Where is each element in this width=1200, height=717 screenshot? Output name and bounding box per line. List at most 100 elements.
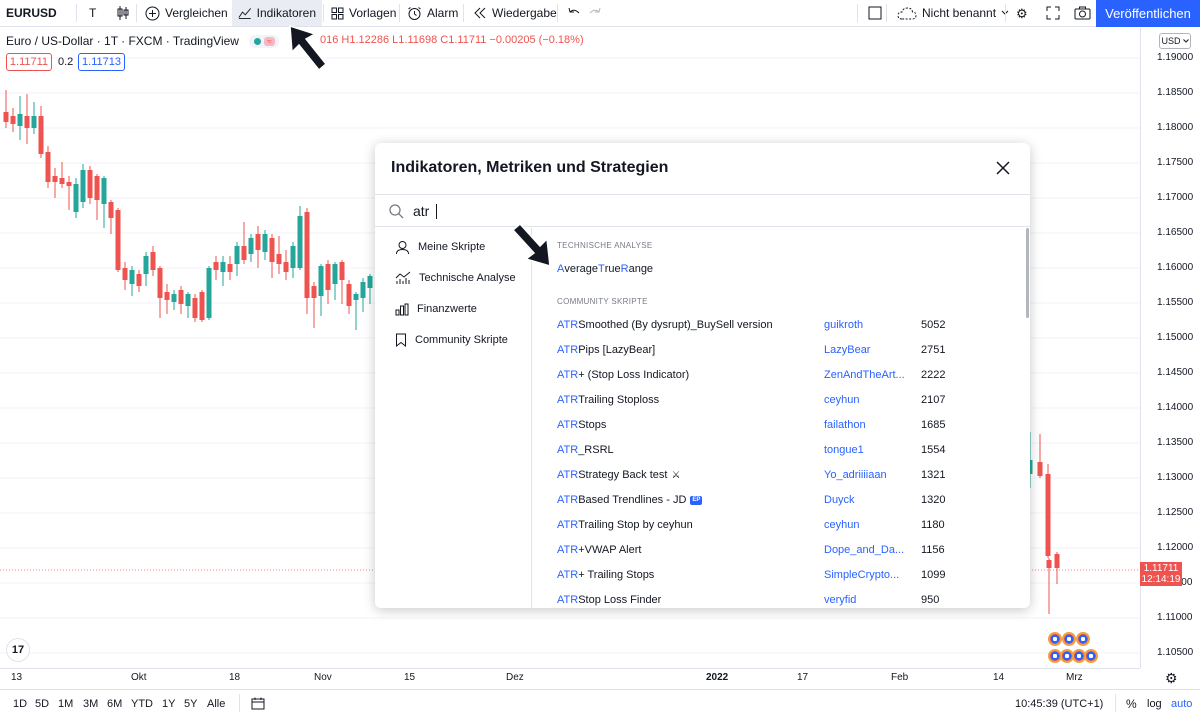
- bottom-toolbar: 1D 5D 1M 3M 6M YTD 1Y 5Y Alle 10:45:39 (…: [0, 689, 1200, 717]
- sidebar-item-financials[interactable]: Finanzwerte: [375, 296, 531, 322]
- snapshot-button[interactable]: [1068, 0, 1097, 26]
- symbol-search-button[interactable]: EURUSD: [0, 0, 63, 26]
- result-author-link[interactable]: guikroth: [824, 319, 863, 331]
- us-flag-icon[interactable]: [1048, 632, 1062, 646]
- result-name-rest: Based Trendlines - JD: [578, 494, 687, 506]
- fullscreen-button[interactable]: [1040, 0, 1066, 26]
- log-scale-button[interactable]: log: [1147, 698, 1162, 710]
- candle-body: [87, 170, 93, 198]
- result-row[interactable]: ATR Pips [LazyBear] LazyBear 2751: [533, 339, 1025, 364]
- sidebar-item-technical-analysis[interactable]: Technische Analyse: [375, 265, 531, 291]
- range-ytd-button[interactable]: YTD: [131, 698, 153, 710]
- strategy-icon: ⚔: [671, 469, 681, 481]
- price-tick: 1.14500: [1157, 367, 1194, 378]
- range-5y-button[interactable]: 5Y: [184, 698, 197, 710]
- result-author-link[interactable]: failathon: [824, 419, 866, 431]
- timezone-clock[interactable]: 10:45:39 (UTC+1): [1015, 698, 1103, 710]
- fullscreen-layout-button[interactable]: [862, 0, 888, 26]
- goto-date-icon[interactable]: [251, 697, 265, 710]
- result-author-link[interactable]: ZenAndTheArt...: [824, 369, 905, 381]
- candle-body: [311, 286, 317, 298]
- grid-icon: [331, 7, 344, 19]
- sidebar-item-community-scripts[interactable]: Community Skripte: [375, 327, 531, 353]
- market-status-badge[interactable]: ≈: [249, 35, 279, 48]
- result-author-link[interactable]: Yo_adriiiiaan: [824, 469, 887, 481]
- currency-select[interactable]: USD: [1159, 33, 1191, 49]
- chart-type-button[interactable]: [110, 0, 136, 26]
- result-author-link[interactable]: SimpleCrypto...: [824, 569, 899, 581]
- buy-price-box[interactable]: 1.11713: [78, 53, 125, 71]
- result-name-rest: Trailing Stop by ceyhun: [578, 519, 693, 531]
- sell-price-box[interactable]: 1.11711: [6, 53, 52, 71]
- replay-button[interactable]: Wiedergabe: [467, 0, 563, 26]
- result-author-link[interactable]: ceyhun: [824, 394, 859, 406]
- result-row[interactable]: ATR Trailing Stoploss ceyhun 2107: [533, 389, 1025, 414]
- range-1d-button[interactable]: 1D: [13, 698, 27, 710]
- chart-settings-icon[interactable]: ⚙: [1165, 670, 1178, 687]
- legend-title[interactable]: Euro / US-Dollar · 1T · FXCM · TradingVi…: [6, 34, 239, 48]
- publish-button[interactable]: Veröffentlichen: [1096, 0, 1200, 27]
- range-1m-button[interactable]: 1M: [58, 698, 73, 710]
- currency-label: USD: [1161, 36, 1181, 46]
- templates-button[interactable]: Vorlagen: [325, 0, 402, 26]
- result-row-average-true-range[interactable]: Average True Range: [533, 258, 1025, 283]
- candle-body: [94, 176, 100, 200]
- toolbar-divider: [463, 4, 464, 22]
- indicators-button[interactable]: Indikatoren: [232, 0, 322, 26]
- results-scrollbar[interactable]: [1026, 228, 1029, 318]
- candle-body: [262, 234, 268, 252]
- time-axis[interactable]: 13 Okt 18 Nov 15 Dez 2022 17 Feb 14 Mrz: [0, 668, 1140, 688]
- eu-flag-icon[interactable]: [1076, 632, 1090, 646]
- result-name-match: ATR: [557, 519, 579, 531]
- price-tick: 1.12000: [1157, 542, 1194, 553]
- candle-body: [1045, 474, 1051, 556]
- candle-body: [360, 282, 366, 298]
- candle-body: [255, 234, 261, 250]
- result-like-count: 2222: [921, 369, 946, 381]
- us-flag-icon[interactable]: [1084, 649, 1098, 663]
- search-input[interactable]: [413, 201, 973, 221]
- result-row[interactable]: ATR Stops failathon 1685: [533, 414, 1025, 439]
- result-row[interactable]: ATR + (Stop Loss Indicator) ZenAndTheArt..…: [533, 364, 1025, 389]
- result-row[interactable]: ATR Smoothed (By dysrupt)_BuySell versio…: [533, 314, 1025, 339]
- result-name-match: ATR: [557, 394, 579, 406]
- result-name-rest: Trailing Stoploss: [578, 394, 660, 406]
- close-icon[interactable]: [994, 159, 1012, 177]
- range-1y-button[interactable]: 1Y: [162, 698, 175, 710]
- result-name-match: ATR: [557, 444, 579, 456]
- us-flag-icon[interactable]: [1062, 632, 1076, 646]
- result-author-link[interactable]: ceyhun: [824, 519, 859, 531]
- redo-button[interactable]: [582, 0, 608, 26]
- result-author-link[interactable]: Dope_and_Da...: [824, 544, 904, 556]
- percent-scale-button[interactable]: %: [1126, 697, 1137, 711]
- auto-scale-button[interactable]: auto: [1171, 698, 1192, 710]
- sidebar-item-my-scripts[interactable]: Meine Skripte: [375, 234, 531, 260]
- result-author-link[interactable]: veryfid: [824, 594, 856, 606]
- user-icon: [396, 240, 409, 254]
- result-name-rest: Pips [LazyBear]: [578, 344, 656, 356]
- tradingview-logo[interactable]: 17: [6, 638, 30, 662]
- result-author-link[interactable]: LazyBear: [824, 344, 870, 356]
- result-row[interactable]: ATR Trailing Stop by ceyhun ceyhun 1180: [533, 514, 1025, 539]
- result-row[interactable]: ATR Stop Loss Finder veryfid 950: [533, 589, 1025, 608]
- result-name-rest: + (Stop Loss Indicator): [578, 369, 690, 381]
- result-row[interactable]: ATR Based Trendlines - JD EP Duyck 1320: [533, 489, 1025, 514]
- result-row[interactable]: ATR +VWAP Alert Dope_and_Da... 1156: [533, 539, 1025, 564]
- result-row[interactable]: ATR _RSRL tongue1 1554: [533, 439, 1025, 464]
- settings-button[interactable]: ⚙: [1010, 0, 1034, 26]
- alert-button[interactable]: Alarm: [401, 0, 464, 26]
- compare-button[interactable]: Vergleichen: [139, 0, 234, 26]
- result-author-link[interactable]: Duyck: [824, 494, 855, 506]
- bar-countdown: 12:14:19: [1141, 574, 1181, 585]
- text-tool-button[interactable]: T: [83, 0, 102, 26]
- result-row[interactable]: ATR + Trailing Stops SimpleCrypto... 1099: [533, 564, 1025, 589]
- result-author-link[interactable]: tongue1: [824, 444, 864, 456]
- result-row[interactable]: ATR Strategy Back test ⚔ Yo_adriiiiaan 1321: [533, 464, 1025, 489]
- range-3m-button[interactable]: 3M: [83, 698, 98, 710]
- range-5d-button[interactable]: 5D: [35, 698, 49, 710]
- range-all-button[interactable]: Alle: [207, 698, 225, 710]
- toolbar-divider: [1005, 4, 1006, 22]
- range-6m-button[interactable]: 6M: [107, 698, 122, 710]
- price-tick: 1.18500: [1157, 87, 1194, 98]
- layout-name-button[interactable]: Nicht benannt: [891, 0, 1015, 26]
